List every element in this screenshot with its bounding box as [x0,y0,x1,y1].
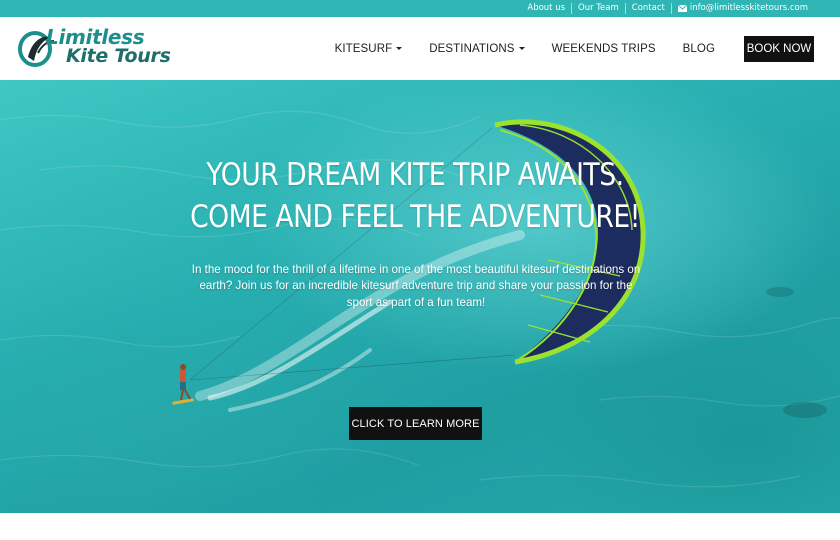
caret-down-icon [396,46,403,50]
logo-text: Limitless Kite Tours [46,27,171,67]
nav-label-destinations: DESTINATIONS [429,42,515,55]
main-nav: KITESURF DESTINATIONS WEEKENDS TRIPS BLO… [308,17,814,80]
hero-banner: YOUR DREAM KITE TRIP AWAITS. COME AND FE… [0,80,840,513]
topbar-email-text: info@limitlesskitetours.com [689,3,808,13]
topbar-link-team[interactable]: Our Team [571,3,625,14]
caret-down-icon [518,46,525,50]
nav-item-weekends-trips[interactable]: WEEKENDS TRIPS [552,43,656,55]
topbar-link-about[interactable]: About us [521,3,571,14]
site-logo[interactable]: Limitless Kite Tours [18,25,178,71]
hero-title-line-2: COME AND FEEL THE ADVENTURE! [190,199,640,235]
hero-title-line-1: YOUR DREAM KITE TRIP AWAITS. [206,157,624,193]
learn-more-button[interactable]: CLICK TO LEARN MORE [349,407,482,440]
nav-item-blog[interactable]: BLOG [683,43,715,55]
hero-title: YOUR DREAM KITE TRIP AWAITS. COME AND FE… [187,154,643,238]
kiteboarder [172,364,194,405]
logo-line-2: Kite Tours [66,45,171,67]
envelope-icon [677,5,687,12]
topbar-link-contact[interactable]: Contact [624,3,671,14]
nav-item-kitesurf[interactable]: KITESURF [335,43,403,55]
content-below-fold [0,513,840,540]
hero-subtitle: In the mood for the thrill of a lifetime… [191,263,641,309]
site-header: Limitless Kite Tours KITESURF DESTINATIO… [0,17,840,80]
nav-label-kitesurf: KITESURF [334,42,393,55]
nav-item-destinations[interactable]: DESTINATIONS [429,42,525,55]
top-utility-bar: About us Our Team Contact info@limitless… [0,0,840,17]
topbar-email-link[interactable]: info@limitlesskitetours.com [670,3,814,14]
book-now-button[interactable]: BOOK NOW [744,35,814,62]
